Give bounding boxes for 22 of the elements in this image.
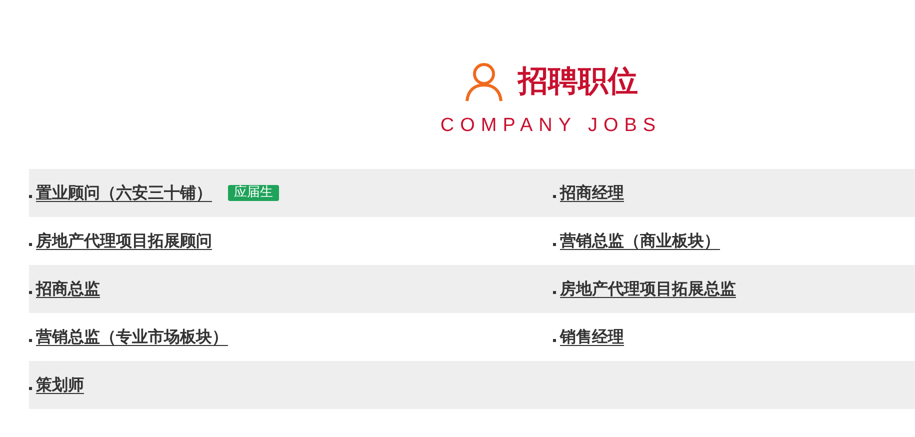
person-icon (464, 62, 504, 102)
bullet-icon (29, 338, 32, 342)
bullet-icon (553, 194, 556, 198)
job-link[interactable]: 销售经理 (560, 325, 624, 349)
bullet-icon (553, 290, 556, 294)
section-title: 招聘职位 (518, 67, 638, 97)
bullet-icon (553, 338, 556, 342)
bullet-icon (29, 194, 32, 198)
job-link[interactable]: 营销总监（专业市场板块） (36, 325, 228, 349)
job-link[interactable]: 招商总监 (36, 277, 100, 301)
job-link[interactable]: 招商经理 (560, 181, 624, 205)
job-link[interactable]: 营销总监（商业板块） (560, 229, 720, 253)
job-link[interactable]: 房地产代理项目拓展顾问 (36, 229, 212, 253)
section-subtitle: COMPANY JOBS (440, 116, 662, 135)
bullet-icon (29, 242, 32, 246)
job-link[interactable]: 置业顾问（六安三十铺） (36, 181, 212, 205)
bullet-icon (553, 242, 556, 246)
job-link[interactable]: 策划师 (36, 373, 84, 397)
bullet-icon (29, 386, 32, 390)
job-link[interactable]: 房地产代理项目拓展总监 (560, 277, 736, 301)
job-tag: 应届生 (228, 185, 279, 201)
bullet-icon (29, 290, 32, 294)
